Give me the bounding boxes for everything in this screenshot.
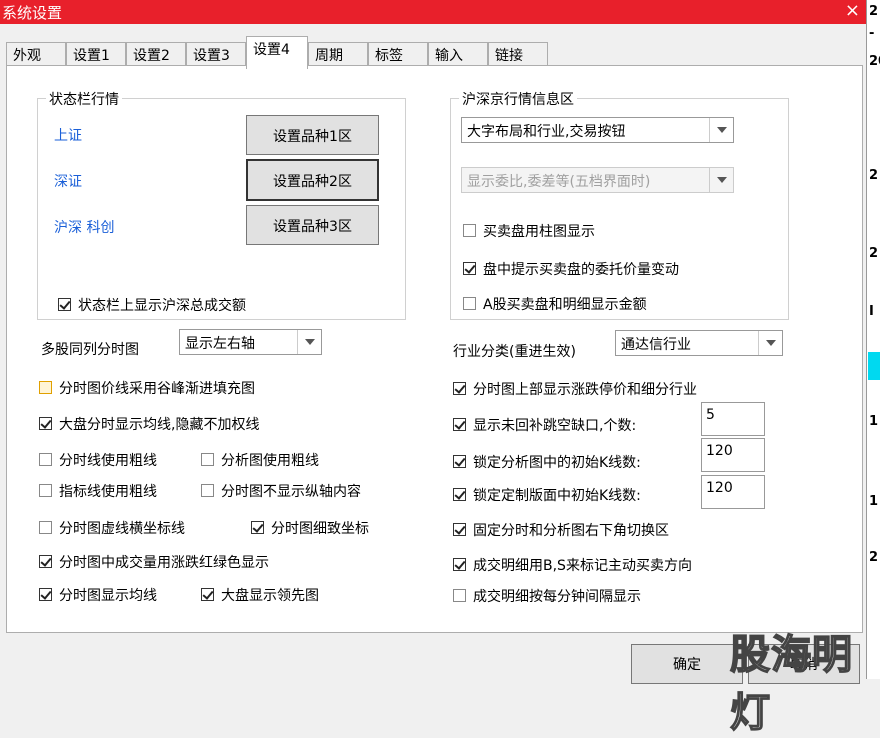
title-bar: 系统设置 ×	[0, 0, 866, 24]
bar-chart-checkbox[interactable]: 买卖盘用柱图显示	[463, 221, 595, 241]
lock-kline-checkbox[interactable]: 锁定分析图中的初始K线数:	[453, 452, 641, 472]
strip-text: 2	[869, 4, 879, 19]
window-title: 系统设置	[2, 4, 63, 22]
group-title: 沪深京行情信息区	[459, 89, 577, 109]
cyan-highlight	[868, 352, 880, 380]
checkbox-icon	[463, 262, 476, 275]
industry-label: 行业分类(重进生效)	[453, 344, 576, 360]
chevron-down-icon	[709, 168, 733, 192]
settings-panel: 状态栏行情 上证 设置品种1区 深证 设置品种2区 沪深 科创 设置品种3区 状…	[6, 65, 863, 633]
checkbox-icon	[39, 521, 52, 534]
gap-count-input[interactable]: 5	[701, 402, 765, 436]
checkbox-icon	[39, 381, 52, 394]
multi-axis-select[interactable]: 显示左右轴	[179, 329, 322, 355]
multi-stock-label: 多股同列分时图	[41, 342, 139, 358]
strip-text: 2	[869, 168, 879, 183]
checkbox-icon	[201, 453, 214, 466]
lock-custom-kline-input[interactable]: 120	[701, 475, 765, 509]
checkbox-icon	[453, 418, 466, 431]
checkbox-icon	[39, 555, 52, 568]
red-green-volume-checkbox[interactable]: 分时图中成交量用涨跌红绿色显示	[39, 552, 269, 572]
order-ratio-select: 显示委比,委差等(五档界面时)	[461, 167, 734, 193]
tab-settings4[interactable]: 设置4	[246, 36, 308, 69]
checkbox-icon	[251, 521, 264, 534]
background-window-strip: 2 - 20 2 2 I 1 1 2	[866, 0, 880, 679]
strip-text: 20	[869, 54, 880, 69]
hide-axis-checkbox[interactable]: 分时图不显示纵轴内容	[201, 481, 361, 501]
show-amount-checkbox[interactable]: A股买卖盘和明细显示金额	[463, 294, 647, 314]
set-zone2-button[interactable]: 设置品种2区	[246, 159, 379, 201]
checkbox-icon	[39, 484, 52, 497]
group-title: 状态栏行情	[46, 89, 122, 109]
strip-text: I	[869, 304, 874, 319]
set-zone3-button[interactable]: 设置品种3区	[246, 205, 379, 245]
bs-mark-checkbox[interactable]: 成交明细用B,S来标记主动买卖方向	[453, 555, 692, 575]
checkbox-icon	[39, 588, 52, 601]
checkbox-icon	[201, 484, 214, 497]
info-area-group: 沪深京行情信息区 大字布局和行业,交易按钮 显示委比,委差等(五档界面时) 买卖…	[450, 89, 789, 320]
market-label-sh: 上证	[54, 128, 82, 144]
gap-checkbox[interactable]: 显示未回补跳空缺口,个数:	[453, 415, 636, 435]
checkbox-icon	[453, 523, 466, 536]
status-bar-group: 状态栏行情 上证 设置品种1区 深证 设置品种2区 沪深 科创 设置品种3区 状…	[37, 89, 406, 320]
checkbox-icon	[39, 417, 52, 430]
lock-kline-input[interactable]: 120	[701, 438, 765, 472]
layout-select[interactable]: 大字布局和行业,交易按钮	[461, 117, 734, 143]
watermark-text: 股海明灯	[729, 631, 853, 737]
checkbox-icon	[463, 297, 476, 310]
chevron-down-icon	[758, 331, 782, 355]
index-avg-checkbox[interactable]: 大盘分时显示均线,隐藏不加权线	[39, 414, 259, 434]
ok-button[interactable]: 确定	[631, 644, 743, 684]
checkbox-icon	[39, 453, 52, 466]
checkbox-icon	[453, 589, 466, 602]
checkbox-icon	[453, 558, 466, 571]
status-total-volume-checkbox[interactable]: 状态栏上显示沪深总成交额	[58, 295, 246, 315]
fixed-switch-area-checkbox[interactable]: 固定分时和分析图右下角切换区	[453, 520, 669, 540]
checkbox-icon	[463, 224, 476, 237]
checkbox-icon	[201, 588, 214, 601]
lead-chart-checkbox[interactable]: 大盘显示领先图	[201, 585, 319, 605]
dashed-grid-checkbox[interactable]: 分时图虚线横坐标线	[39, 518, 185, 538]
thick-analysis-checkbox[interactable]: 分析图使用粗线	[201, 450, 319, 470]
minute-interval-checkbox[interactable]: 成交明细按每分钟间隔显示	[453, 586, 641, 606]
order-change-checkbox[interactable]: 盘中提示买卖盘的委托价量变动	[463, 259, 679, 279]
show-avg-line-checkbox[interactable]: 分时图显示均线	[39, 585, 157, 605]
chevron-down-icon	[297, 330, 321, 354]
checkbox-icon	[453, 488, 466, 501]
strip-text: 1	[869, 494, 879, 509]
checkbox-icon	[453, 455, 466, 468]
industry-select[interactable]: 通达信行业	[615, 330, 783, 356]
gradient-fill-checkbox[interactable]: 分时图价线采用谷峰渐进填充图	[39, 378, 255, 398]
checkbox-icon	[453, 382, 466, 395]
set-zone1-button[interactable]: 设置品种1区	[246, 115, 379, 155]
thick-timeline-checkbox[interactable]: 分时线使用粗线	[39, 450, 157, 470]
strip-text: 2	[869, 550, 879, 565]
strip-text: 1	[869, 414, 879, 429]
close-icon[interactable]: ×	[845, 0, 860, 21]
strip-text: -	[869, 26, 875, 41]
limit-price-checkbox[interactable]: 分时图上部显示涨跌停价和细分行业	[453, 379, 697, 399]
checkbox-icon	[58, 298, 71, 311]
strip-text: 2	[869, 246, 879, 261]
market-label-sz: 深证	[54, 174, 82, 190]
chevron-down-icon	[709, 118, 733, 142]
fine-coords-checkbox[interactable]: 分时图细致坐标	[251, 518, 369, 538]
market-label-kc: 沪深 科创	[54, 220, 115, 236]
thick-indicator-checkbox[interactable]: 指标线使用粗线	[39, 481, 157, 501]
lock-custom-kline-checkbox[interactable]: 锁定定制版面中初始K线数:	[453, 485, 641, 505]
